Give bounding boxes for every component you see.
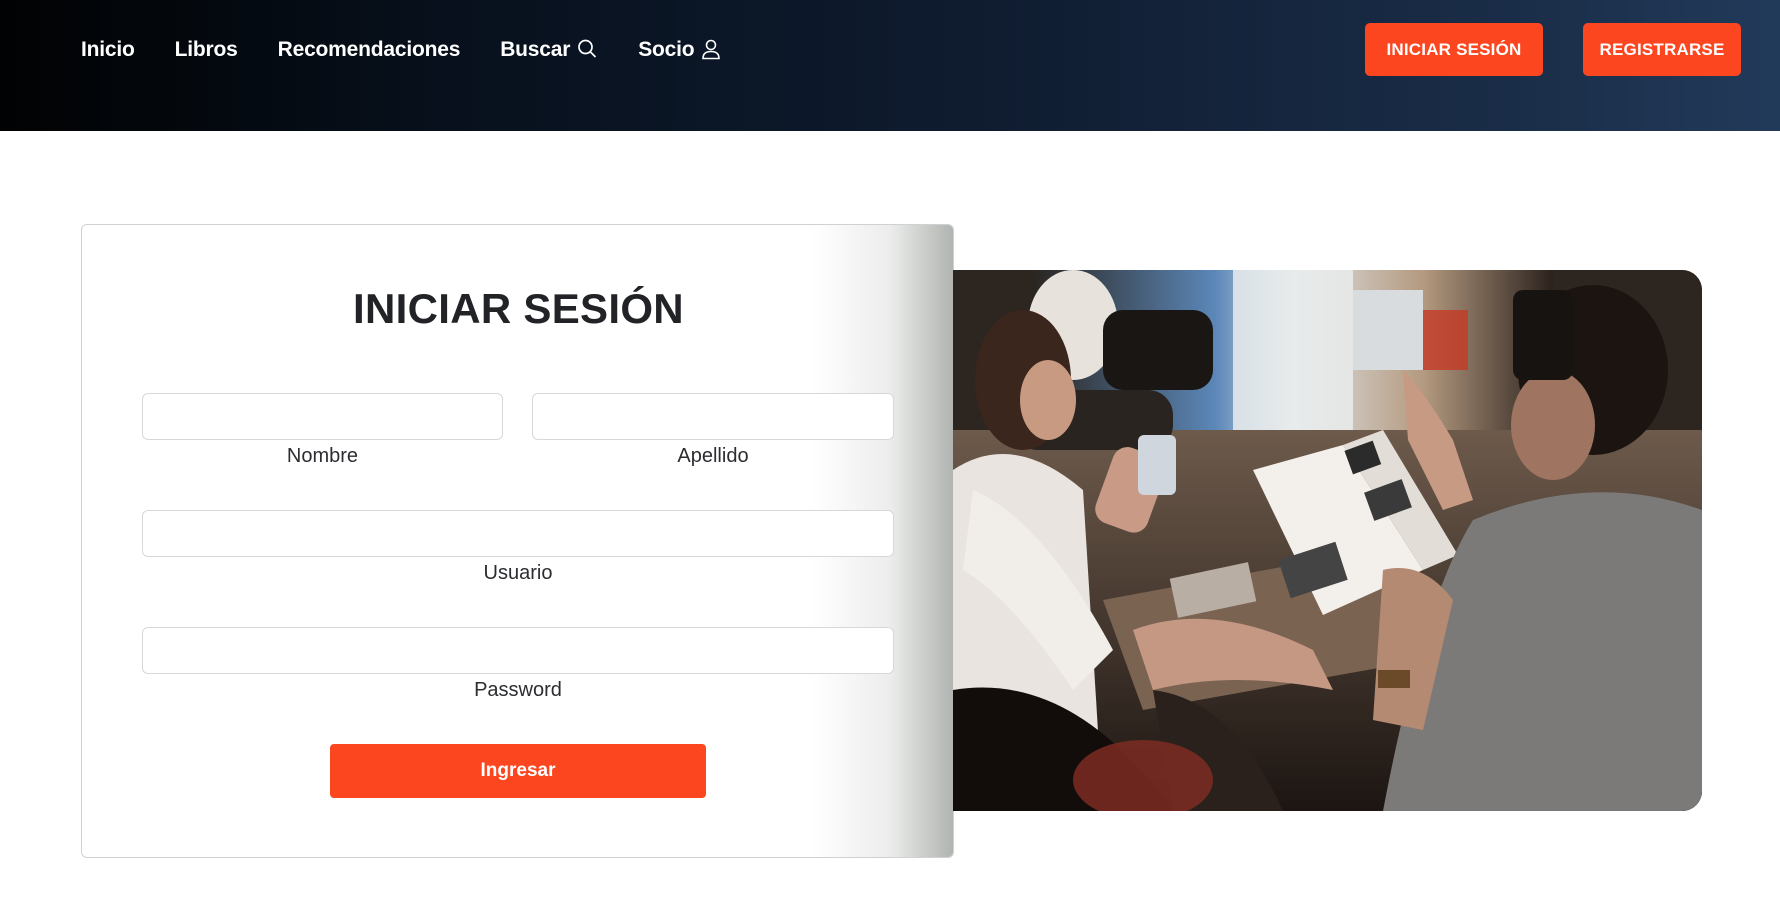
login-title: INICIAR SESIÓN [353, 285, 684, 332]
apellido-field[interactable] [532, 393, 894, 440]
nav-link-label: Inicio [81, 38, 135, 61]
nombre-field[interactable] [142, 393, 503, 440]
apellido-label: Apellido [677, 445, 749, 467]
nav-link-buscar[interactable]: Buscar [500, 38, 598, 62]
usuario-field[interactable] [142, 510, 894, 557]
password-field[interactable] [142, 627, 894, 674]
nav-link-label: Buscar [500, 38, 571, 61]
reading-group-photo [953, 270, 1702, 811]
main-nav: Inicio Libros Recomendaciones Buscar Soc… [81, 0, 762, 100]
nav-link-inicio[interactable]: Inicio [81, 38, 135, 62]
top-navbar: Inicio Libros Recomendaciones Buscar Soc… [0, 0, 1780, 131]
nav-link-socio[interactable]: Socio [638, 38, 722, 62]
password-label: Password [474, 679, 562, 701]
login-card: INICIAR SESIÓN Nombre Apellido Usuario P… [81, 224, 954, 858]
usuario-label: Usuario [483, 562, 553, 584]
search-icon [576, 38, 598, 62]
register-button[interactable]: REGISTRARSE [1583, 23, 1741, 76]
nav-link-label: Recomendaciones [277, 38, 461, 61]
ingresar-button[interactable]: Ingresar [330, 744, 706, 798]
nav-link-label: Libros [174, 38, 238, 61]
nav-link-libros[interactable]: Libros [175, 38, 238, 62]
nav-link-label: Socio [638, 38, 695, 61]
user-icon [700, 38, 722, 62]
login-button[interactable]: INICIAR SESIÓN [1365, 23, 1543, 76]
nav-link-recomendaciones[interactable]: Recomendaciones [278, 38, 461, 62]
nombre-label: Nombre [286, 445, 359, 467]
